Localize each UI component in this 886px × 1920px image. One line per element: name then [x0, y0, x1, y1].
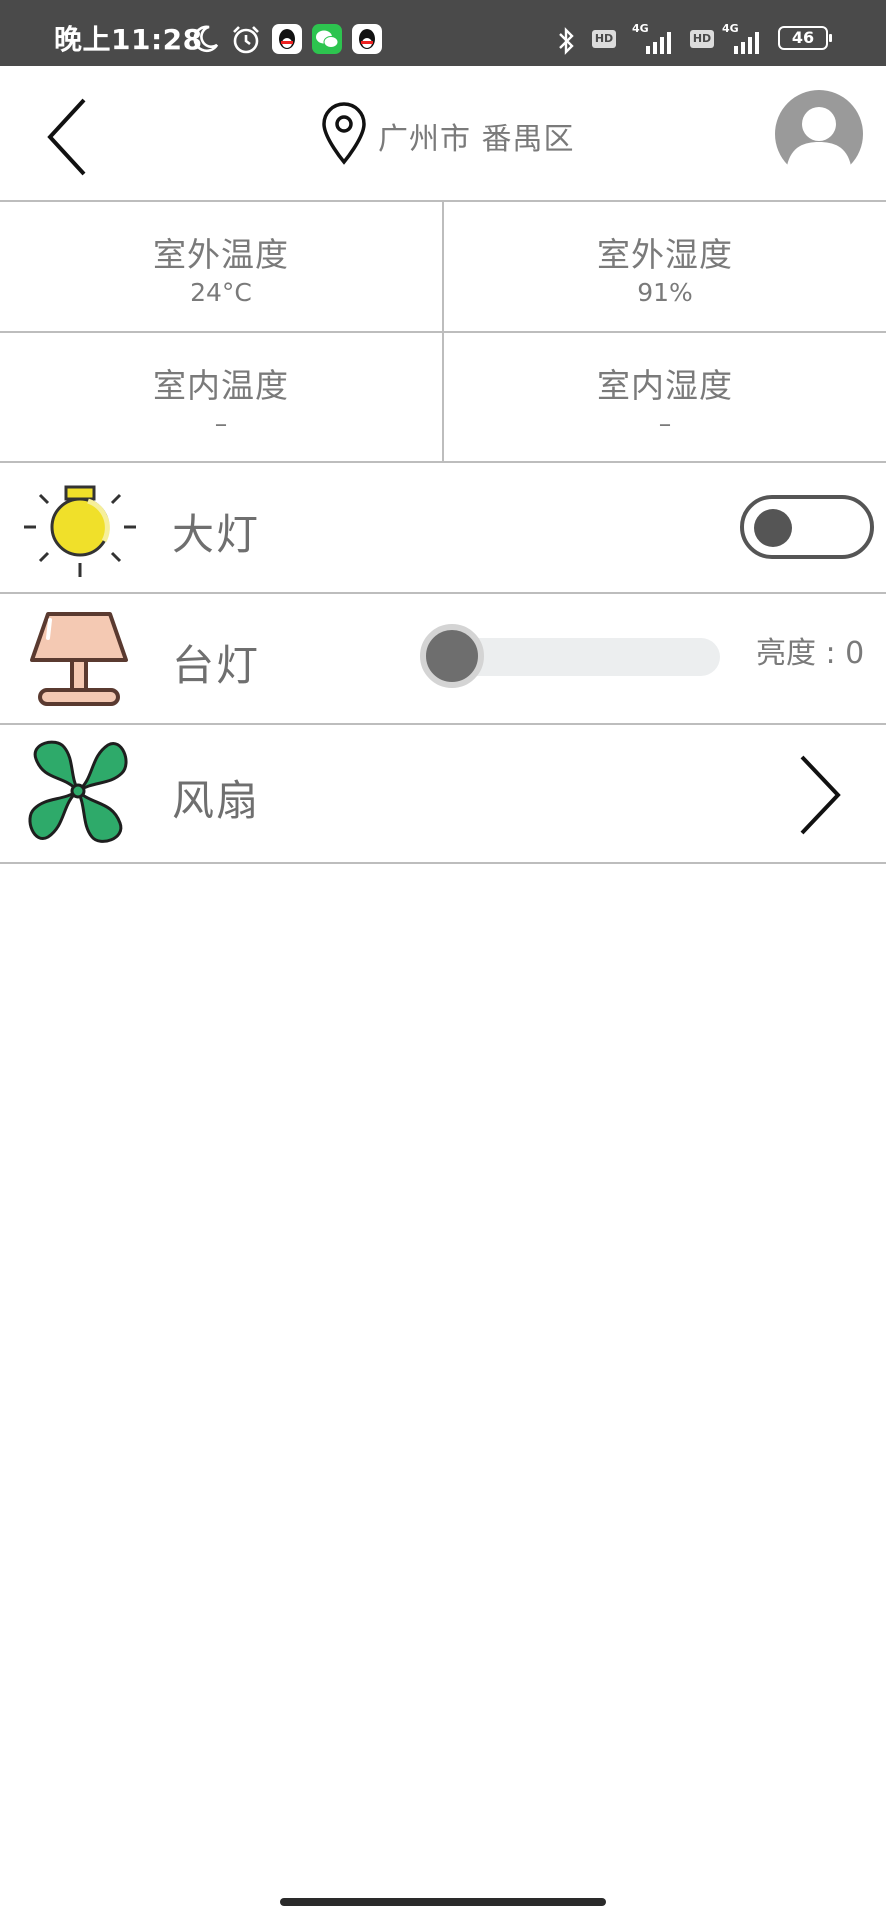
- device-row-fan[interactable]: 风扇: [0, 725, 886, 864]
- indoor-humidity-value: –: [658, 409, 672, 438]
- qq-icon: [352, 24, 382, 54]
- hd-icon: HD: [592, 30, 616, 48]
- status-time: 晚上11:28: [54, 23, 203, 56]
- battery-icon: 46: [778, 26, 832, 50]
- main-light-toggle[interactable]: [740, 495, 874, 559]
- moon-icon: [193, 25, 219, 53]
- signal-4g-icon: [734, 32, 759, 54]
- back-arrow-icon[interactable]: [40, 92, 100, 182]
- status-bar: 晚上11:28 HD 4G HD 4G 46: [0, 0, 886, 66]
- indoor-temperature-cell: 室内温度 –: [0, 333, 442, 463]
- location-text: 广州市 番禺区: [378, 122, 575, 157]
- indoor-humidity-label: 室内湿度: [597, 366, 733, 405]
- outdoor-humidity-label: 室外湿度: [597, 235, 733, 274]
- outdoor-temperature-cell: 室外温度 24°C: [0, 202, 442, 332]
- divider: [442, 202, 444, 462]
- device-row-desk-lamp: 台灯 亮度 : 0: [0, 594, 886, 725]
- wechat-icon: [312, 24, 342, 54]
- home-indicator[interactable]: [280, 1898, 606, 1906]
- outdoor-temperature-label: 室外温度: [153, 235, 289, 274]
- qq-icon: [272, 24, 302, 54]
- indoor-temperature-value: –: [214, 409, 228, 438]
- fan-icon: [28, 740, 128, 843]
- device-row-main-light: 大灯: [0, 463, 886, 594]
- outdoor-humidity-cell: 室外湿度 91%: [444, 202, 886, 332]
- toggle-knob: [754, 509, 792, 547]
- battery-level: 46: [791, 28, 815, 47]
- app-header: 广州市 番禺区: [0, 66, 886, 202]
- signal-4g-icon: [646, 32, 671, 54]
- desk-lamp-name: 台灯: [172, 641, 261, 690]
- brightness-label: 亮度 : 0: [756, 636, 865, 671]
- fan-name: 风扇: [172, 776, 261, 825]
- location-pin-icon: [322, 102, 366, 165]
- outdoor-temperature-value: 24°C: [190, 278, 252, 307]
- alarm-icon: [233, 26, 259, 54]
- avatar[interactable]: [773, 88, 865, 180]
- hd-icon: HD: [690, 30, 714, 48]
- main-light-name: 大灯: [172, 510, 261, 559]
- outdoor-humidity-value: 91%: [637, 278, 693, 307]
- indoor-temperature-label: 室内温度: [153, 366, 289, 405]
- light-bulb-icon: [24, 485, 136, 577]
- chevron-right-icon[interactable]: [796, 753, 844, 837]
- indoor-humidity-cell: 室内湿度 –: [444, 333, 886, 463]
- bluetooth-icon: [559, 27, 574, 55]
- brightness-slider-thumb[interactable]: [420, 624, 484, 688]
- desk-lamp-icon: [30, 612, 128, 706]
